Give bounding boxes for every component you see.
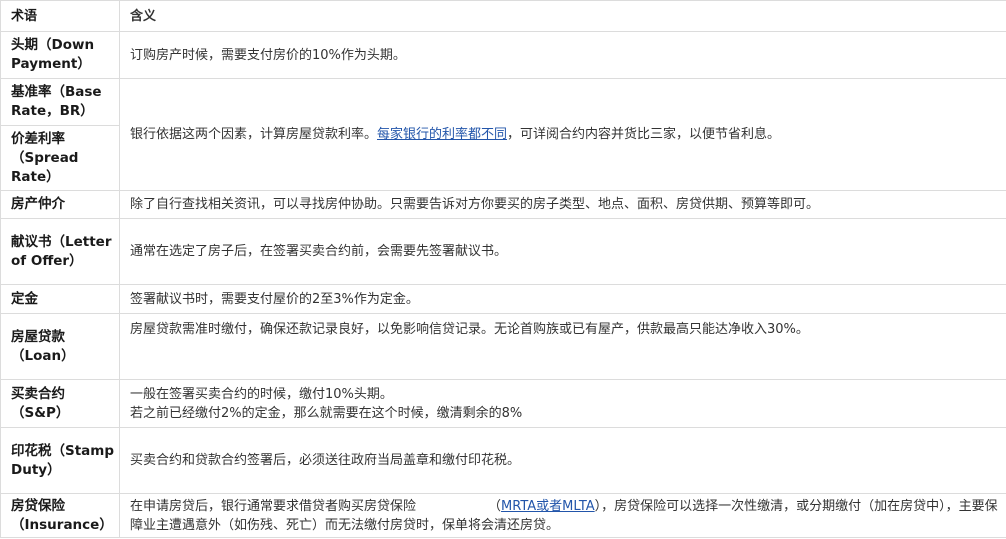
table-row: 房产仲介 除了自行查找相关资讯，可以寻找房仲协助。只需要告诉对方你要买的房子类型… [0,190,1006,219]
term-cell: 房贷保险（Insurance） [0,493,120,538]
table-row: 买卖合约（S&P） 一般在签署买卖合约的时候，缴付10%头期。 若之前已经缴付2… [0,379,1006,428]
insurance-link[interactable]: MRTA或者MLTA [501,499,595,514]
term-cell: 献议书（Letter of Offer） [0,218,120,285]
definition-cell: 签署献议书时，需要支付屋价的2至3%作为定金。 [119,284,1006,314]
definition-cell: 银行依据这两个因素，计算房屋贷款利率。每家银行的利率都不同，可详阅合约内容并货比… [119,78,1006,191]
table-row: 定金 签署献议书时，需要支付屋价的2至3%作为定金。 [0,284,1006,314]
definition-cell: 通常在选定了房子后，在签署买卖合约前，会需要先签署献议书。 [119,218,1006,285]
term-cell: 房屋贷款（Loan） [0,313,120,380]
definition-cell: 一般在签署买卖合约的时候，缴付10%头期。 若之前已经缴付2%的定金，那么就需要… [119,379,1006,428]
definition-line: 一般在签署买卖合约的时候，缴付10%头期。 [130,386,393,402]
term-cell: 房产仲介 [0,190,120,219]
table-row: 印花税（Stamp Duty） 买卖合约和贷款合约签署后，必须送往政府当局盖章和… [0,427,1006,494]
table-row: 献议书（Letter of Offer） 通常在选定了房子后，在签署买卖合约前，… [0,218,1006,285]
definition-text: （ [488,498,502,514]
definition-text: 银行依据这两个因素，计算房屋贷款利率。 [130,127,378,142]
term-cell: 买卖合约（S&P） [0,379,120,428]
table-row: 房屋贷款（Loan） 房屋贷款需准时缴付，确保还款记录良好，以免影响信贷记录。无… [0,313,1006,380]
header-term: 术语 [0,0,120,32]
table-row: 头期（Down Payment） 订购房产时候，需要支付房价的10%作为头期。 [0,31,1006,79]
definition-text: ，可详阅合约内容并货比三家，以便节省利息。 [507,127,781,142]
header-meaning: 含义 [119,0,1006,32]
table-row: 基准率（Base Rate，BR） 银行依据这两个因素，计算房屋贷款利率。每家银… [0,78,1006,191]
table-row: 房贷保险（Insurance） 在申请房贷后，银行通常要求借贷者购买房贷保险 （M… [0,493,1006,538]
definition-cell: 房屋贷款需准时缴付，确保还款记录良好，以免影响信贷记录。无论首购族或已有屋产，供… [119,313,1006,380]
definition-line: 若之前已经缴付2%的定金，那么就需要在这个时候，缴清剩余的8% [130,405,523,421]
term-cell: 基准率（Base Rate，BR） [0,78,120,126]
term-cell: 头期（Down Payment） [0,31,120,79]
definition-cell: 除了自行查找相关资讯，可以寻找房仲协助。只需要告诉对方你要买的房子类型、地点、面… [119,190,1006,219]
definition-cell: 买卖合约和贷款合约签署后，必须送往政府当局盖章和缴付印花税。 [119,427,1006,494]
definition-text: 在申请房贷后，银行通常要求借贷者购买房贷保险 [130,498,417,514]
term-cell: 价差利率（Spread Rate） [0,125,120,191]
bank-rates-link[interactable]: 每家银行的利率都不同 [377,127,507,142]
definition-cell: 订购房产时候，需要支付房价的10%作为头期。 [119,31,1006,79]
definition-cell: 在申请房贷后，银行通常要求借贷者购买房贷保险 （MRTA或者MLTA），房贷保险可… [119,493,1006,538]
table-header-row: 术语 含义 [0,0,1006,32]
term-cell: 定金 [0,284,120,314]
glossary-table: 术语 含义 头期（Down Payment） 订购房产时候，需要支付房价的10%… [0,0,1006,538]
term-cell: 印花税（Stamp Duty） [0,427,120,494]
